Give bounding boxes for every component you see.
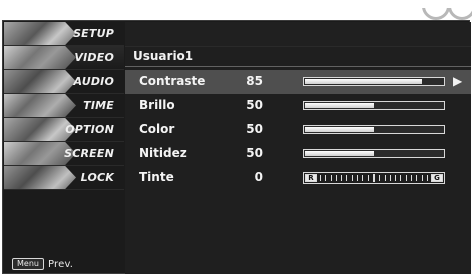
setting-label: Brillo — [139, 98, 175, 112]
menu-item-time[interactable]: TIME — [4, 94, 124, 118]
setting-slider[interactable] — [303, 101, 445, 110]
lock-icon — [4, 166, 76, 189]
setting-row-tinte[interactable]: Tinte 0 R G — [125, 166, 471, 190]
setting-label: Contraste — [139, 74, 206, 88]
setting-value: 85 — [246, 74, 263, 88]
slider-fill — [305, 79, 423, 84]
menu-item-screen[interactable]: SCREEN — [4, 142, 124, 166]
panel-topbar — [125, 22, 471, 47]
menu-key-pill: Menu — [12, 258, 44, 270]
panel-title: Usuario1 — [133, 49, 194, 63]
osd-frame: SETUP VIDEO AUDIO TIME OPTION SCREEN LOC… — [2, 20, 471, 274]
setup-icon — [4, 22, 76, 45]
menu-label: OPTION — [65, 123, 114, 136]
settings-panel: Usuario1 Contraste 85 ▶ Brillo 50 Color … — [125, 22, 471, 274]
menu-item-audio[interactable]: AUDIO — [4, 70, 124, 94]
right-arrow-icon: ▶ — [453, 74, 463, 88]
prev-label: Prev. — [47, 258, 74, 270]
menu-label: SCREEN — [64, 147, 114, 160]
time-icon — [4, 94, 76, 117]
menu-blank-area — [4, 190, 124, 260]
menu-label: VIDEO — [74, 51, 114, 64]
slider-fill — [305, 127, 374, 132]
setting-value: 0 — [254, 170, 263, 184]
setting-label: Nitidez — [139, 146, 187, 160]
decor-circle-icon — [448, 8, 472, 20]
tint-ticks — [320, 174, 428, 182]
menu-label: AUDIO — [73, 75, 114, 88]
video-icon — [4, 46, 76, 69]
menu-label: SETUP — [73, 27, 114, 40]
tint-r-marker: R — [305, 174, 317, 182]
prev-hint[interactable]: Menu Prev. — [12, 258, 73, 270]
menu-item-video[interactable]: VIDEO — [4, 46, 124, 70]
tv-screen: SETUP VIDEO AUDIO TIME OPTION SCREEN LOC… — [0, 8, 472, 274]
audio-icon — [4, 70, 76, 93]
title-divider — [125, 66, 471, 67]
setting-label: Tinte — [139, 170, 174, 184]
setting-value: 50 — [246, 98, 263, 112]
setting-slider[interactable] — [303, 125, 445, 134]
setting-label: Color — [139, 122, 175, 136]
setting-row-contraste[interactable]: Contraste 85 ▶ — [125, 70, 471, 94]
setting-slider[interactable] — [303, 77, 445, 86]
setting-value: 50 — [246, 146, 263, 160]
setting-slider[interactable] — [303, 149, 445, 158]
setting-row-color[interactable]: Color 50 — [125, 118, 471, 142]
slider-fill — [305, 151, 374, 156]
slider-fill — [305, 103, 374, 108]
menu-label: TIME — [83, 99, 114, 112]
decor-circle-icon — [422, 8, 450, 20]
menu-item-setup[interactable]: SETUP — [4, 22, 124, 46]
menu-item-option[interactable]: OPTION — [4, 118, 124, 142]
setting-row-nitidez[interactable]: Nitidez 50 — [125, 142, 471, 166]
menu-label: LOCK — [80, 171, 114, 184]
left-menu: SETUP VIDEO AUDIO TIME OPTION SCREEN LOC… — [4, 22, 124, 274]
setting-row-brillo[interactable]: Brillo 50 — [125, 94, 471, 118]
tint-scale[interactable]: R G — [303, 172, 445, 184]
setting-value: 50 — [246, 122, 263, 136]
menu-item-lock[interactable]: LOCK — [4, 166, 124, 190]
tint-g-marker: G — [431, 174, 443, 182]
